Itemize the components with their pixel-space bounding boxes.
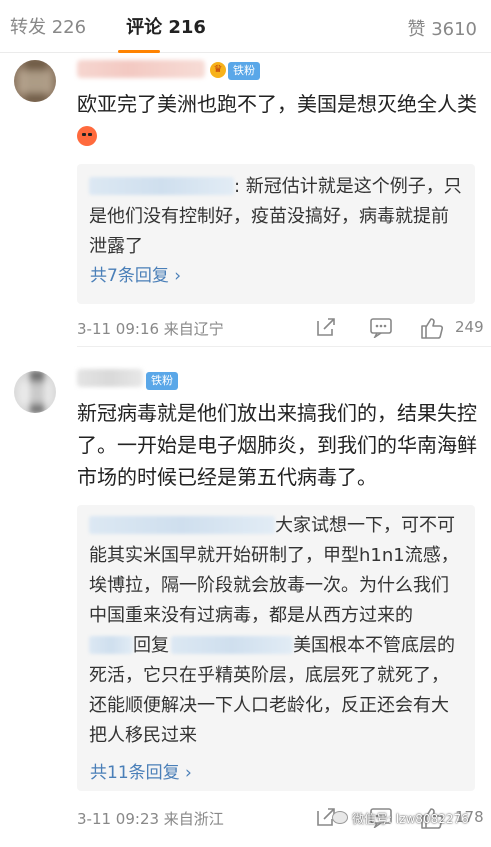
avatar[interactable] (14, 60, 56, 102)
comment-item: ♛ 铁粉 欧亚完了美洲也跑不了，美国是想灭绝全人类 : 新冠估计就是这个例子，只… (0, 52, 491, 347)
comment-time-location: 3-11 09:16 来自辽宁 (77, 320, 224, 338)
like-count: 249 (455, 318, 484, 336)
tab-repost[interactable]: 转发 226 (10, 13, 86, 39)
reply-box[interactable]: 大家试想一下，可不可能其实米国早就开始研制了，甲型h1n1流感，埃博拉，隔一阶段… (77, 505, 475, 791)
vip-crown-icon: ♛ (210, 62, 226, 78)
share-icon[interactable] (315, 316, 337, 342)
comment-text: 新冠病毒就是他们放出来搞我们的，结果失控了。一开始是电子烟肺炎，到我们的华南海鲜… (77, 401, 477, 489)
username-blurred[interactable] (77, 60, 205, 78)
wechat-icon (332, 811, 348, 824)
reply-text: : 新冠估计就是这个例子，只是他们没有控制好，疫苗没搞好，病毒就提前泄露了 (89, 176, 462, 257)
avatar[interactable] (14, 371, 56, 413)
view-replies-link[interactable]: 共11条回复 › (90, 758, 192, 783)
wechat-watermark: 微信号: lzw8082276 (332, 810, 469, 827)
thumbs-up-icon[interactable] (419, 316, 445, 344)
reply-box[interactable]: : 新冠估计就是这个例子，只是他们没有控制好，疫苗没搞好，病毒就提前泄露了 共7… (77, 164, 475, 304)
reply-username-blurred[interactable] (89, 177, 234, 195)
comment-text: 欧亚完了美洲也跑不了，美国是想灭绝全人类 (77, 88, 477, 152)
comment-tabs: 转发 226 评论 216 赞 3610 (0, 0, 491, 53)
username-blurred[interactable] (77, 369, 143, 387)
reply-username-blurred[interactable] (89, 636, 133, 654)
reply-username-blurred[interactable] (89, 516, 275, 534)
fan-badge: 铁粉 (228, 62, 260, 80)
tab-comments[interactable]: 评论 216 (126, 13, 206, 39)
comment-icon[interactable] (369, 316, 393, 342)
angry-emoji-icon (77, 126, 97, 146)
view-replies-link[interactable]: 共7条回复 › (90, 261, 181, 286)
reply-target-blurred[interactable] (171, 636, 293, 654)
comment-meta: 3-11 09:16 来自辽宁 249 (77, 316, 484, 342)
reply-text: 回复 美国根本不管底层的死活，它只在乎精英阶层，底层死了就死了，还能顺便解决一下人… (89, 635, 455, 746)
fan-badge: 铁粉 (146, 372, 178, 390)
tab-likes[interactable]: 赞 3610 (407, 15, 477, 41)
comment-time-location: 3-11 09:23 来自浙江 (77, 810, 224, 828)
comment-item: 铁粉 新冠病毒就是他们放出来搞我们的，结果失控了。一开始是电子烟肺炎，到我们的华… (0, 347, 491, 847)
reply-text: 大家试想一下，可不可能其实米国早就开始研制了，甲型h1n1流感，埃博拉，隔一阶段… (89, 515, 459, 626)
